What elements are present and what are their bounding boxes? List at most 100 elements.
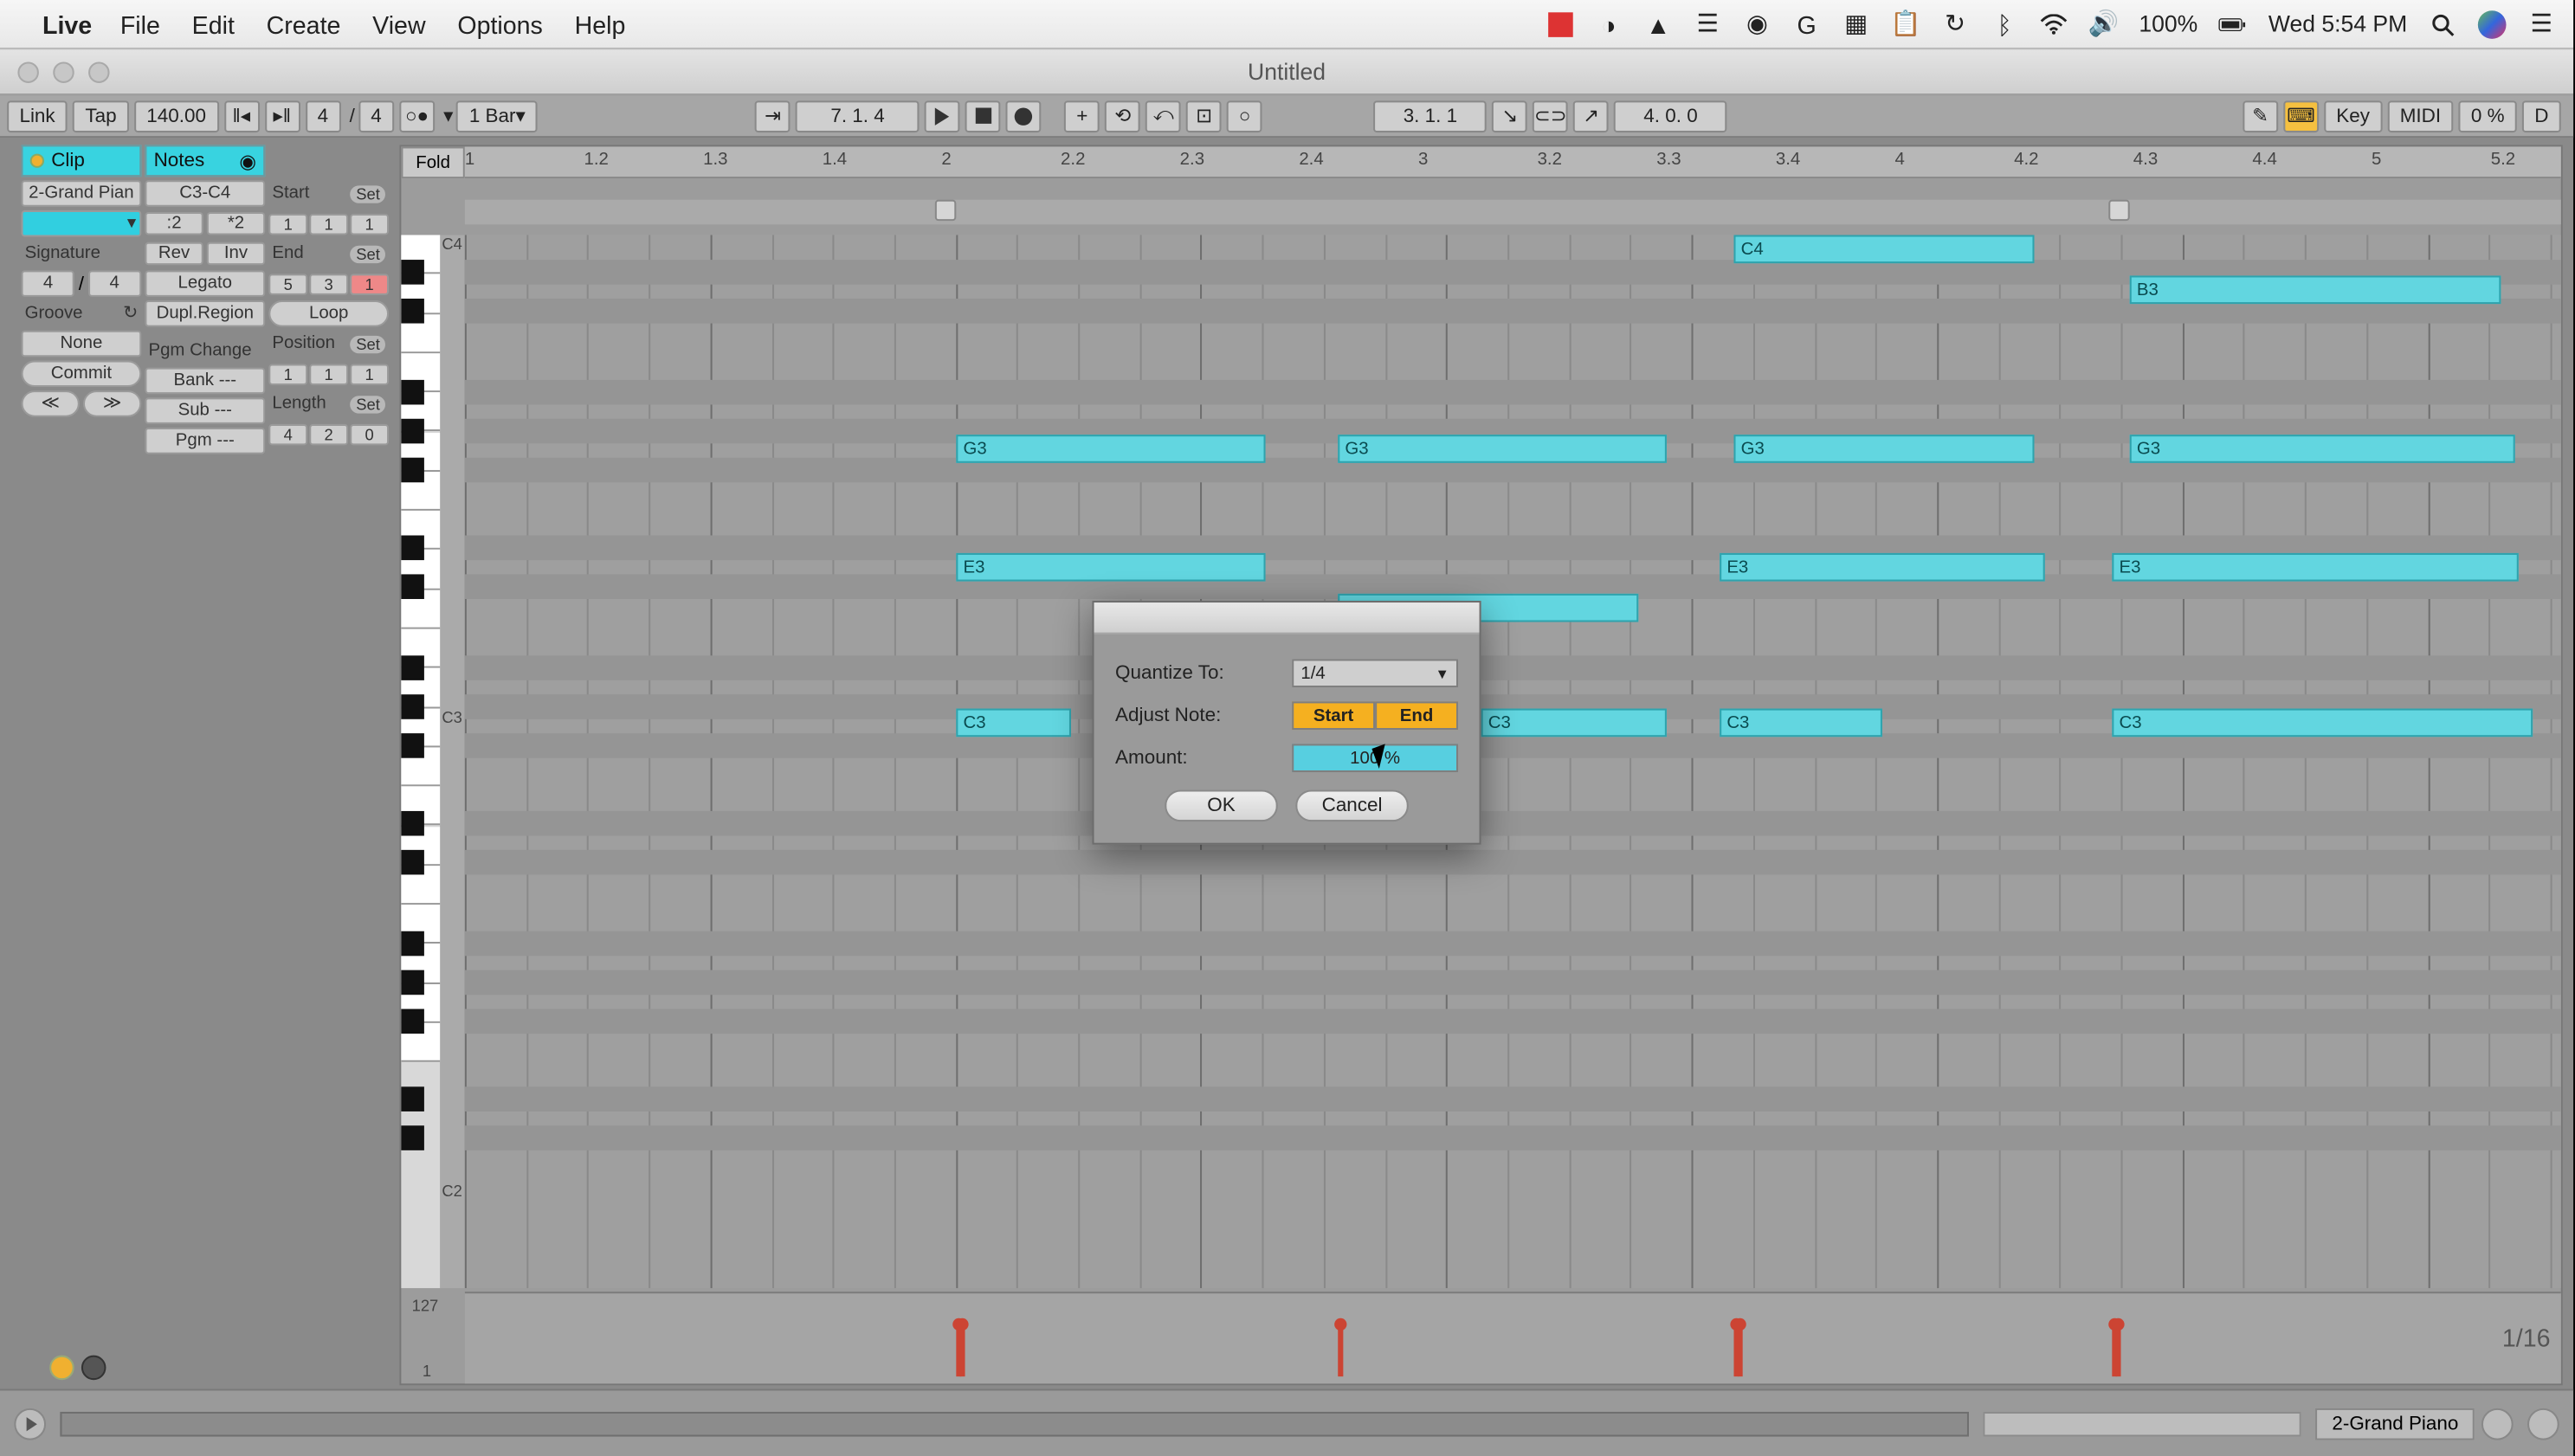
bank-select[interactable]: Bank ---: [145, 368, 265, 395]
clip-color[interactable]: ▾: [21, 210, 141, 237]
clipboard-icon[interactable]: 📋: [1892, 10, 1920, 38]
dupl-button[interactable]: Dupl.Region: [145, 300, 265, 327]
prev-button[interactable]: ≪: [21, 390, 79, 417]
computer-midi-icon[interactable]: ⌨: [2283, 100, 2319, 132]
bluetooth-icon[interactable]: ᛒ: [1991, 10, 2019, 38]
menu-edit[interactable]: Edit: [192, 10, 235, 38]
loop-end-handle[interactable]: [2108, 200, 2129, 221]
record-button[interactable]: [1006, 100, 1042, 132]
legato-button[interactable]: Legato: [145, 270, 265, 297]
wifi-icon[interactable]: [2040, 10, 2068, 38]
loop-length[interactable]: 420: [268, 421, 389, 448]
tap-button[interactable]: Tap: [73, 100, 129, 132]
loop-start-handle[interactable]: [935, 200, 956, 221]
volume-icon[interactable]: 🔊: [2089, 10, 2118, 38]
key-button[interactable]: Key: [2324, 100, 2382, 132]
adjust-start-button[interactable]: Start: [1292, 701, 1375, 730]
loop-button[interactable]: Loop: [268, 300, 389, 327]
follow-icon[interactable]: ⇥: [755, 100, 791, 132]
menulet-icon[interactable]: ☰: [1694, 10, 1722, 38]
link-button[interactable]: Link: [7, 100, 68, 132]
velocity-marker[interactable]: [1738, 1324, 1743, 1376]
spotlight-icon[interactable]: [2429, 10, 2457, 38]
app-name[interactable]: Live: [42, 10, 92, 38]
status-toggle[interactable]: [2527, 1408, 2559, 1440]
stop-button[interactable]: [965, 100, 1001, 132]
overdub-icon[interactable]: +: [1064, 100, 1100, 132]
end-position[interactable]: 531: [268, 270, 389, 297]
draw-mode-icon[interactable]: ✎: [2243, 100, 2278, 132]
menu-options[interactable]: Options: [457, 10, 542, 38]
help-icon[interactable]: [81, 1356, 106, 1381]
loop-start[interactable]: 3. 1. 1: [1374, 100, 1488, 132]
status-scroll-thumb[interactable]: [1984, 1411, 2301, 1436]
target-icon[interactable]: ◉: [239, 149, 256, 172]
automation-arm-icon[interactable]: ⟲: [1105, 100, 1140, 132]
tempo-field[interactable]: 140.00: [134, 100, 218, 132]
midi-note[interactable]: E3: [2112, 553, 2518, 582]
groove-select[interactable]: None: [21, 331, 141, 358]
loop-icon[interactable]: ○: [1227, 100, 1262, 132]
solo-cue-button[interactable]: [2481, 1408, 2514, 1440]
midi-note[interactable]: C3: [956, 709, 1071, 738]
adjust-end-button[interactable]: End: [1375, 701, 1458, 730]
sig-num[interactable]: 4: [305, 100, 340, 132]
rev-button[interactable]: Rev: [145, 242, 203, 266]
fold-button[interactable]: Fold: [401, 146, 464, 178]
dialog-titlebar[interactable]: [1094, 602, 1480, 635]
midi-note[interactable]: G3: [1733, 435, 2034, 463]
pgm-select[interactable]: Pgm ---: [145, 428, 265, 454]
menulet-icon[interactable]: ▦: [1842, 10, 1870, 38]
midi-note[interactable]: G3: [956, 435, 1265, 463]
quantize-menu[interactable]: 1 Bar ▾: [457, 100, 539, 132]
window-zoom-icon[interactable]: [88, 61, 109, 81]
menu-help[interactable]: Help: [575, 10, 626, 38]
loop-brace[interactable]: [465, 200, 2561, 225]
loop-position[interactable]: 111: [268, 360, 389, 387]
status-scroll-track[interactable]: [60, 1411, 1969, 1436]
velocity-lane[interactable]: 127 1: [465, 1292, 2561, 1383]
metronome-icon[interactable]: ○●: [399, 100, 435, 132]
div2-button[interactable]: :2: [145, 212, 203, 235]
start-position[interactable]: 111: [268, 210, 389, 237]
sig-den[interactable]: 4: [358, 100, 394, 132]
reenable-auto-icon[interactable]: ⤺: [1146, 100, 1181, 132]
sig-den[interactable]: 4: [87, 270, 141, 297]
midi-note[interactable]: E3: [956, 553, 1265, 582]
track-label[interactable]: 2-Grand Piano: [2316, 1408, 2475, 1440]
notes-header[interactable]: Notes◉: [145, 145, 265, 177]
nudge-up-icon[interactable]: ▸‖: [264, 100, 300, 132]
loop-length[interactable]: 4. 0. 0: [1614, 100, 1727, 132]
menulet-icon[interactable]: ▲: [1644, 10, 1673, 38]
clip-name-field[interactable]: 2-Grand Pian: [21, 180, 141, 207]
note-grid[interactable]: C4B3G3G3G3G3E3E3E3C3C3C3C3: [465, 235, 2561, 1288]
midi-note[interactable]: C3: [1481, 709, 1667, 738]
end-set-button[interactable]: Set: [351, 245, 385, 262]
clip-header[interactable]: Clip: [21, 145, 141, 177]
preview-play-button[interactable]: [14, 1408, 46, 1440]
midi-button[interactable]: MIDI: [2387, 100, 2453, 132]
timeline-ruler[interactable]: 11.21.31.422.22.32.433.23.33.444.24.34.4…: [465, 146, 2561, 178]
cancel-button[interactable]: Cancel: [1295, 789, 1409, 821]
start-set-button[interactable]: Set: [351, 184, 385, 202]
menu-view[interactable]: View: [372, 10, 425, 38]
nudge-down-icon[interactable]: ‖◂: [223, 100, 259, 132]
velocity-marker[interactable]: [2115, 1324, 2120, 1376]
inv-button[interactable]: Inv: [207, 242, 265, 266]
midi-note[interactable]: C3: [1720, 709, 1882, 738]
piano-keys[interactable]: [401, 235, 440, 1288]
quantize-to-select[interactable]: 1/4▼: [1292, 659, 1458, 687]
menulet-icon[interactable]: G: [1792, 10, 1821, 38]
range-field[interactable]: C3-C4: [145, 180, 265, 207]
play-button[interactable]: [925, 100, 960, 132]
menu-file[interactable]: File: [120, 10, 160, 38]
menulet-icon[interactable]: ◑: [1595, 10, 1623, 38]
menu-create[interactable]: Create: [267, 10, 341, 38]
commit-button[interactable]: Commit: [21, 360, 141, 387]
midi-note[interactable]: G3: [2130, 435, 2515, 463]
timemachine-icon[interactable]: ↻: [1941, 10, 1970, 38]
loop-switch-icon[interactable]: ⊂⊃: [1533, 100, 1568, 132]
mul2-button[interactable]: *2: [207, 212, 265, 235]
notification-icon[interactable]: ☰: [2527, 10, 2556, 38]
ok-button[interactable]: OK: [1165, 789, 1278, 821]
